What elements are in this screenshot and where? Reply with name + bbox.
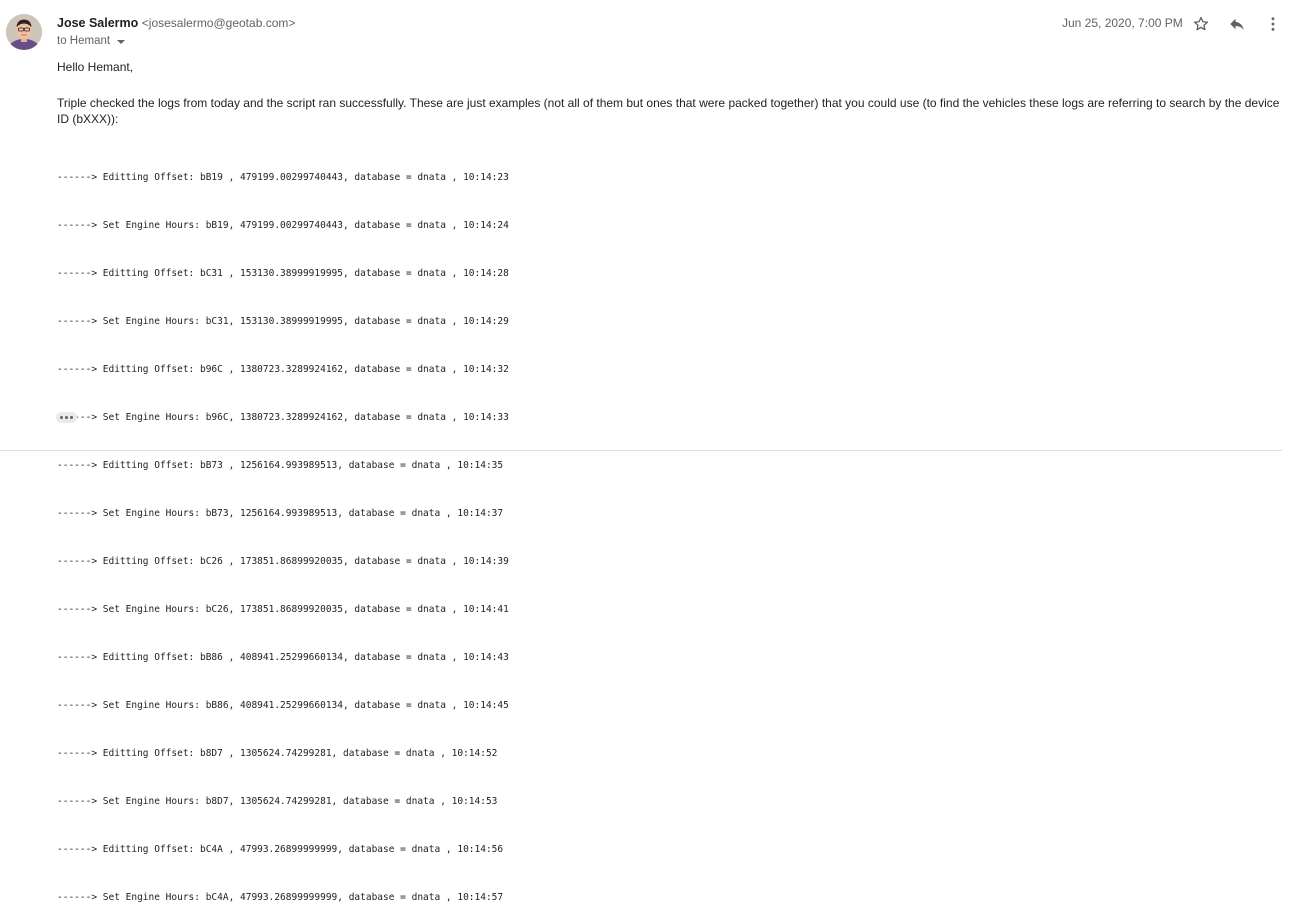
body-paragraph: Triple checked the logs from today and t… <box>57 96 1280 126</box>
more-vert-icon <box>1271 17 1275 31</box>
log-line: ------> Set Engine Hours: bC31, 153130.3… <box>57 316 509 327</box>
chevron-down-icon <box>117 39 126 44</box>
message-divider <box>0 450 1282 451</box>
ellipsis-icon-dot <box>65 416 68 419</box>
log-line: ------> Editting Offset: bB19 , 479199.0… <box>57 172 509 183</box>
log-line: ------> Editting Offset: bC4A , 47993.26… <box>57 844 504 855</box>
log-line: ------> Set Engine Hours: b96C, 1380723.… <box>57 412 509 423</box>
recipient-label: to Hemant <box>57 35 111 47</box>
log-line: ------> Set Engine Hours: b8D7, 1305624.… <box>57 796 498 807</box>
log-line: ------> Set Engine Hours: bB19, 479199.0… <box>57 220 509 231</box>
log-line: ------> Set Engine Hours: bB73, 1256164.… <box>57 508 504 519</box>
greeting-text: Hello Hemant, <box>57 60 134 74</box>
reply-icon <box>1230 18 1244 30</box>
star-button[interactable] <box>1190 13 1212 35</box>
sender-email: <josesalermo@geotab.com> <box>141 16 296 30</box>
message-date: Jun 25, 2020, 7:00 PM <box>1062 16 1183 30</box>
ellipsis-icon-dot <box>60 416 63 419</box>
log-line: ------> Set Engine Hours: bC4A, 47993.26… <box>57 892 504 903</box>
log-line: ------> Editting Offset: bC31 , 153130.3… <box>57 268 509 279</box>
log-line: ------> Editting Offset: b96C , 1380723.… <box>57 364 509 375</box>
log-block: ------> Editting Offset: bB19 , 479199.0… <box>57 138 509 918</box>
sender-avatar[interactable] <box>6 14 42 50</box>
ellipsis-icon-dot <box>70 416 73 419</box>
log-line: ------> Set Engine Hours: bC26, 173851.8… <box>57 604 509 615</box>
reply-button[interactable] <box>1226 13 1248 35</box>
log-line: ------> Editting Offset: b8D7 , 1305624.… <box>57 748 498 759</box>
star-icon <box>1193 16 1209 31</box>
log-line: ------> Editting Offset: bC26 , 173851.8… <box>57 556 509 567</box>
log-line: ------> Editting Offset: bB86 , 408941.2… <box>57 652 509 663</box>
log-line: ------> Editting Offset: bB73 , 1256164.… <box>57 460 504 471</box>
sender-name[interactable]: Jose Salermo <box>57 16 138 30</box>
log-line: ------> Set Engine Hours: bB86, 408941.2… <box>57 700 509 711</box>
recipient-details-toggle[interactable]: to Hemant <box>57 35 126 47</box>
sender-line: Jose Salermo <josesalermo@geotab.com> <box>57 16 295 30</box>
more-options-button[interactable] <box>1262 13 1284 35</box>
show-trimmed-content-button[interactable] <box>56 412 77 423</box>
